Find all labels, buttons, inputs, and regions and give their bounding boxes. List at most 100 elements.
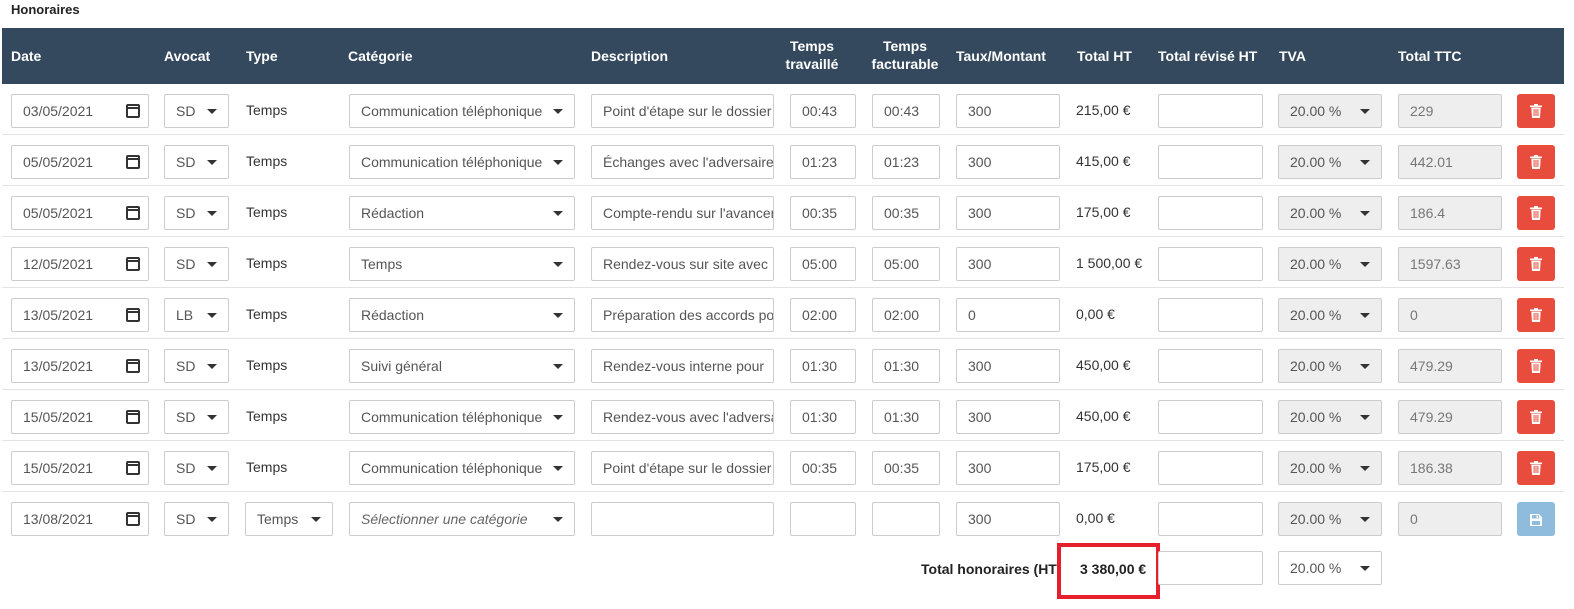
temps-travaille-input[interactable]: 00:43 xyxy=(790,94,856,128)
tva-select[interactable]: 20.00 % xyxy=(1278,247,1382,281)
total-revise-input[interactable] xyxy=(1158,400,1263,434)
type-select[interactable]: Temps xyxy=(245,502,333,536)
temps-facturable-input[interactable]: 00:43 xyxy=(872,94,940,128)
categorie-select[interactable]: Communication téléphonique xyxy=(349,94,575,128)
tva-select[interactable]: 20.00 % xyxy=(1278,94,1382,128)
description-input[interactable]: Compte-rendu sur l'avancement xyxy=(591,196,774,230)
date-input[interactable]: 12/05/2021 xyxy=(11,247,149,281)
temps-travaille-input[interactable]: 05:00 xyxy=(790,247,856,281)
categorie-select[interactable]: Temps xyxy=(349,247,575,281)
temps-travaille-input[interactable]: 00:35 xyxy=(790,196,856,230)
taux-input[interactable]: 300 xyxy=(956,196,1060,230)
total-revise-input[interactable] xyxy=(1158,196,1263,230)
date-input[interactable]: 03/05/2021 xyxy=(11,94,149,128)
tva-select[interactable]: 20.00 % xyxy=(1278,196,1382,230)
description-input[interactable]: Point d'étape sur le dossier xyxy=(591,451,774,485)
calendar-icon[interactable] xyxy=(126,308,140,322)
total-revise-input[interactable] xyxy=(1158,298,1263,332)
categorie-select[interactable]: Sélectionner une catégorie xyxy=(349,502,575,536)
temps-facturable-input[interactable]: 01:30 xyxy=(872,349,940,383)
delete-button[interactable] xyxy=(1517,247,1555,281)
temps-facturable-input[interactable]: 05:00 xyxy=(872,247,940,281)
taux-input[interactable]: 300 xyxy=(956,451,1060,485)
temps-facturable-input[interactable]: 01:23 xyxy=(872,145,940,179)
delete-button[interactable] xyxy=(1517,349,1555,383)
taux-input[interactable]: 0 xyxy=(956,298,1060,332)
total-revise-input[interactable] xyxy=(1158,451,1263,485)
tva-select[interactable]: 20.00 % xyxy=(1278,451,1382,485)
taux-input[interactable]: 300 xyxy=(956,349,1060,383)
delete-button[interactable] xyxy=(1517,94,1555,128)
avocat-select[interactable]: SD xyxy=(164,196,229,230)
delete-button[interactable] xyxy=(1517,196,1555,230)
tva-select[interactable]: 20.00 % xyxy=(1278,502,1382,536)
avocat-select[interactable]: SD xyxy=(164,349,229,383)
date-input[interactable]: 13/05/2021 xyxy=(11,349,149,383)
temps-travaille-input[interactable]: 00:35 xyxy=(790,451,856,485)
avocat-select[interactable]: SD xyxy=(164,502,229,536)
delete-button[interactable] xyxy=(1517,451,1555,485)
calendar-icon[interactable] xyxy=(126,155,140,169)
total-revise-input[interactable] xyxy=(1158,247,1263,281)
description-input[interactable]: Rendez-vous interne pour xyxy=(591,349,774,383)
taux-input[interactable]: 300 xyxy=(956,247,1060,281)
calendar-icon[interactable] xyxy=(126,206,140,220)
avocat-select[interactable]: SD xyxy=(164,247,229,281)
calendar-icon[interactable] xyxy=(126,512,140,526)
tva-select[interactable]: 20.00 % xyxy=(1278,298,1382,332)
avocat-select[interactable]: SD xyxy=(164,400,229,434)
delete-button[interactable] xyxy=(1517,298,1555,332)
description-input[interactable]: Préparation des accords pour xyxy=(591,298,774,332)
delete-button[interactable] xyxy=(1517,400,1555,434)
taux-input[interactable]: 300 xyxy=(956,400,1060,434)
temps-travaille-input[interactable] xyxy=(790,502,856,536)
date-input[interactable]: 05/05/2021 xyxy=(11,145,149,179)
calendar-icon[interactable] xyxy=(126,359,140,373)
avocat-select[interactable]: SD xyxy=(164,451,229,485)
temps-facturable-input[interactable]: 02:00 xyxy=(872,298,940,332)
temps-travaille-input[interactable]: 02:00 xyxy=(790,298,856,332)
taux-input[interactable]: 300 xyxy=(956,145,1060,179)
temps-facturable-input[interactable] xyxy=(872,502,940,536)
tva-select[interactable]: 20.00 % xyxy=(1278,400,1382,434)
taux-input[interactable]: 300 xyxy=(956,502,1060,536)
categorie-select[interactable]: Suivi général xyxy=(349,349,575,383)
temps-facturable-input[interactable]: 01:30 xyxy=(872,400,940,434)
total-revise-input[interactable] xyxy=(1158,502,1263,536)
total-revise-input[interactable] xyxy=(1158,145,1263,179)
temps-facturable-input[interactable]: 00:35 xyxy=(872,451,940,485)
avocat-select[interactable]: LB xyxy=(164,298,229,332)
avocat-select[interactable]: SD xyxy=(164,94,229,128)
temps-travaille-input[interactable]: 01:30 xyxy=(790,349,856,383)
description-input[interactable] xyxy=(591,502,774,536)
total-revise-input[interactable] xyxy=(1158,349,1263,383)
total-revise-input[interactable] xyxy=(1158,94,1263,128)
taux-input[interactable]: 300 xyxy=(956,94,1060,128)
avocat-select[interactable]: SD xyxy=(164,145,229,179)
date-input[interactable]: 15/05/2021 xyxy=(11,451,149,485)
footer-tva-select[interactable]: 20.00 % xyxy=(1278,551,1382,585)
temps-travaille-input[interactable]: 01:30 xyxy=(790,400,856,434)
date-input[interactable]: 05/05/2021 xyxy=(11,196,149,230)
date-input[interactable]: 15/05/2021 xyxy=(11,400,149,434)
calendar-icon[interactable] xyxy=(126,257,140,271)
description-input[interactable]: Point d'étape sur le dossier xyxy=(591,94,774,128)
save-button[interactable] xyxy=(1517,502,1555,536)
temps-facturable-input[interactable]: 00:35 xyxy=(872,196,940,230)
calendar-icon[interactable] xyxy=(126,410,140,424)
footer-total-revise-input[interactable] xyxy=(1158,551,1263,585)
calendar-icon[interactable] xyxy=(126,104,140,118)
tva-select[interactable]: 20.00 % xyxy=(1278,145,1382,179)
categorie-select[interactable]: Rédaction xyxy=(349,298,575,332)
description-input[interactable]: Rendez-vous avec l'adversaire xyxy=(591,400,774,434)
categorie-select[interactable]: Communication téléphonique xyxy=(349,451,575,485)
categorie-select[interactable]: Communication téléphonique xyxy=(349,145,575,179)
temps-travaille-input[interactable]: 01:23 xyxy=(790,145,856,179)
date-input[interactable]: 13/05/2021 xyxy=(11,298,149,332)
tva-select[interactable]: 20.00 % xyxy=(1278,349,1382,383)
categorie-select[interactable]: Communication téléphonique xyxy=(349,400,575,434)
description-input[interactable]: Rendez-vous sur site avec xyxy=(591,247,774,281)
calendar-icon[interactable] xyxy=(126,461,140,475)
date-input[interactable]: 13/08/2021 xyxy=(11,502,149,536)
description-input[interactable]: Échanges avec l'adversaire xyxy=(591,145,774,179)
